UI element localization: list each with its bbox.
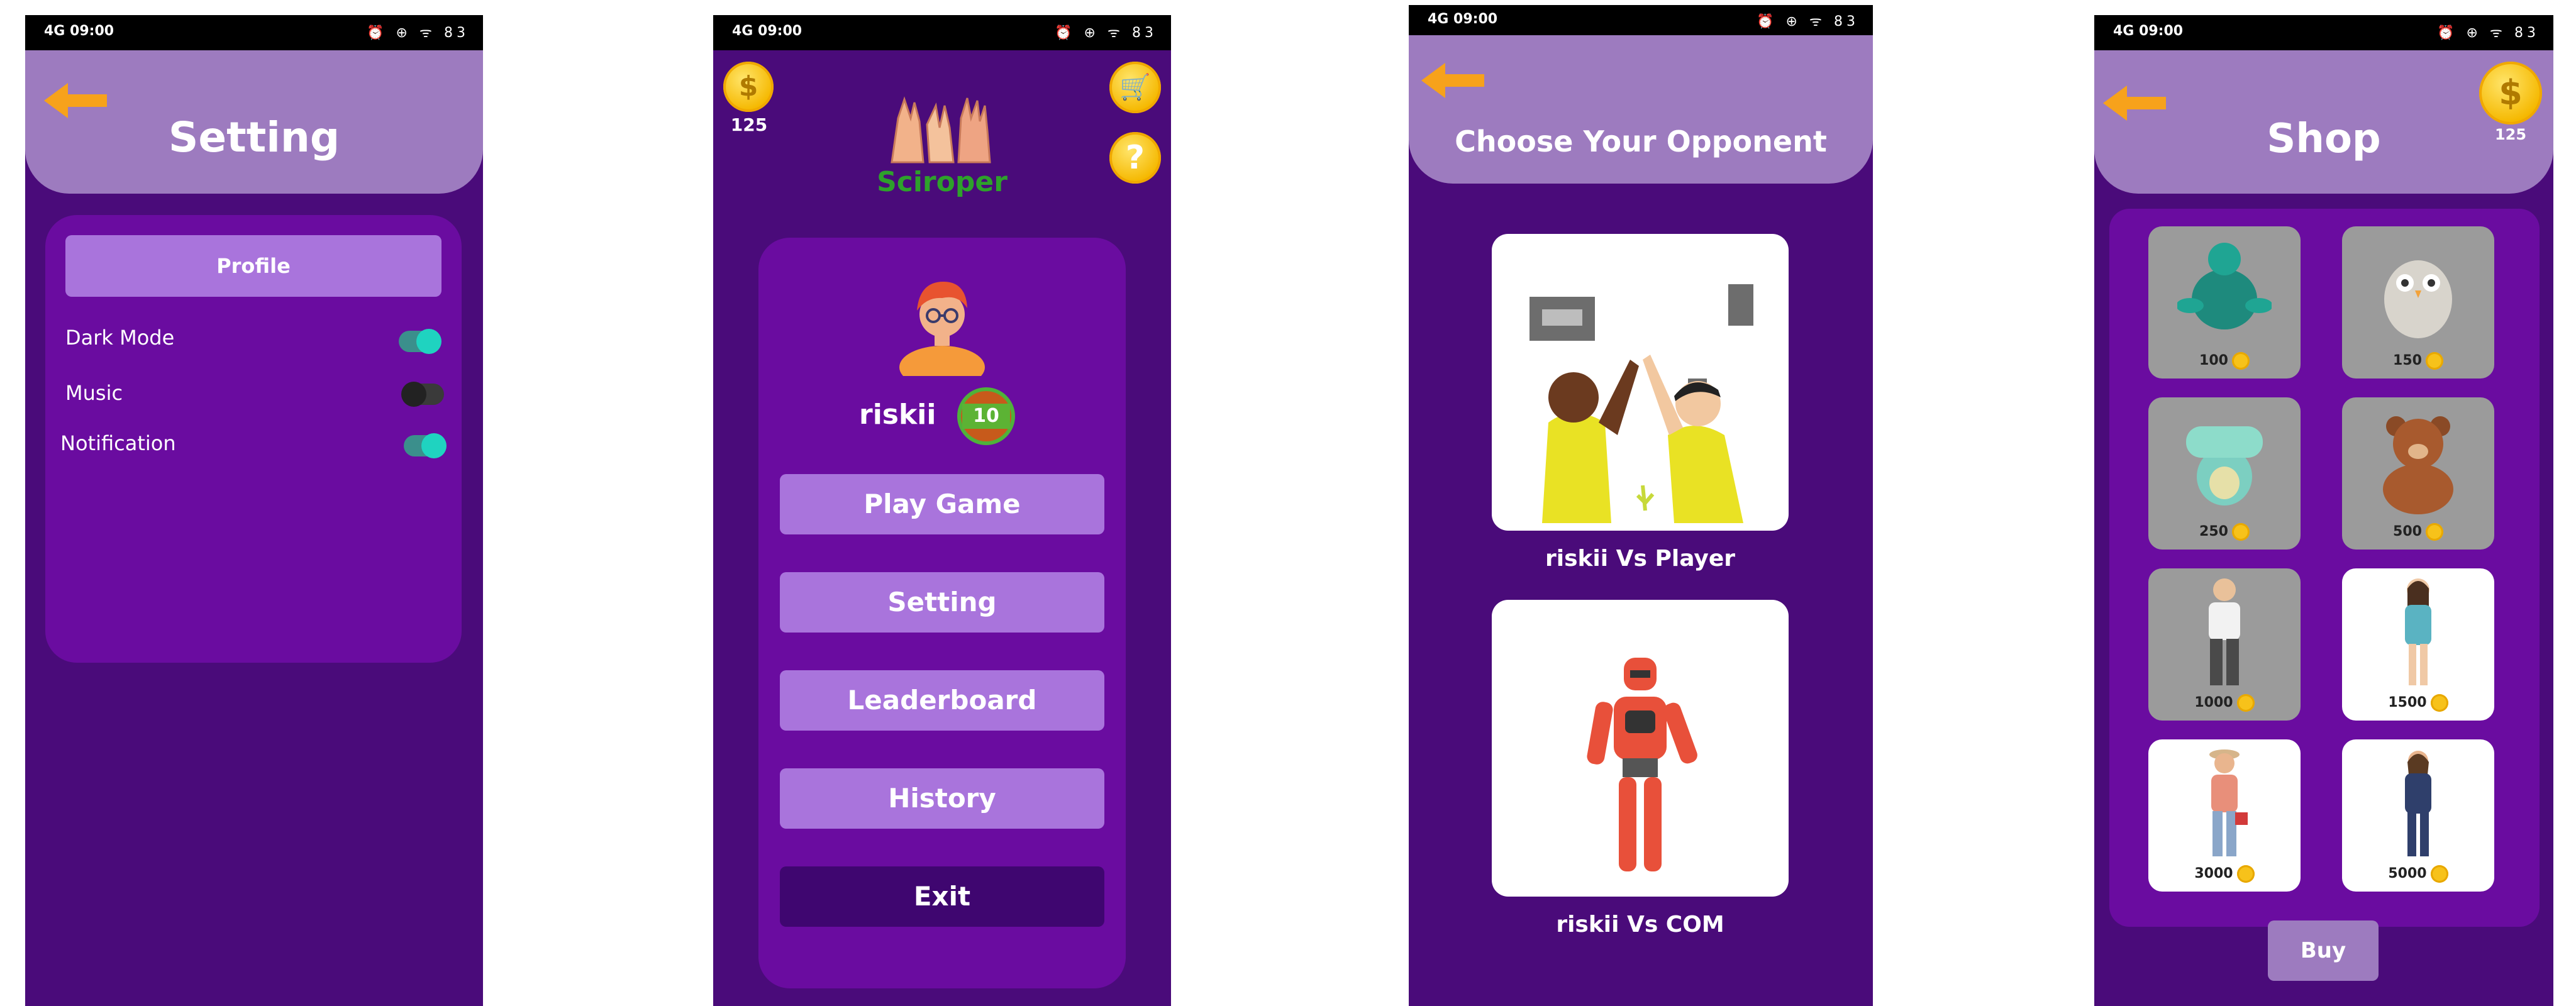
page-title: Choose Your Opponent — [1455, 124, 1827, 158]
setting-button[interactable]: Setting — [780, 572, 1104, 633]
main-menu-screen: 4G 09:00 ⏰ ⊕ ᯤ 83 $ 125 🛒 ? Sciroper ris… — [713, 15, 1171, 1006]
vs-player-card[interactable] — [1492, 234, 1789, 531]
shop-item-girl[interactable]: 1500 — [2342, 568, 2494, 721]
mini-coin-icon — [2231, 352, 2250, 370]
choose-opponent-screen: 4G 09:00 ⏰ ⊕ ᯤ 83 Choose Your Opponent r… — [1409, 5, 1873, 1006]
notification-label: Notification — [60, 431, 176, 455]
old-man-icon — [2209, 578, 2240, 685]
mini-coin-icon — [2425, 523, 2443, 541]
owl-icon — [2384, 260, 2452, 338]
mini-coin-icon — [2236, 694, 2255, 712]
status-icons: ⏰ ⊕ ᯤ 83 — [1757, 14, 1859, 30]
high-five-illustration — [1530, 284, 1753, 523]
toggle-knob — [421, 433, 447, 458]
cart-icon[interactable]: 🛒 — [1109, 62, 1161, 113]
girl-icon — [2405, 578, 2431, 685]
history-button[interactable]: History — [780, 768, 1104, 829]
price-label: 500 — [2342, 523, 2494, 541]
mini-coin-icon — [2425, 352, 2443, 370]
shop-screen: 4G 09:00 ⏰ ⊕ ᯤ 83 Shop $ 125 100 150 250… — [2094, 15, 2553, 1006]
menu-panel: riskii 10 Play Game Setting Leaderboard … — [758, 238, 1126, 988]
logo-text: Sciroper — [877, 166, 1008, 198]
vs-com-card[interactable] — [1492, 600, 1789, 897]
mini-coin-icon — [2430, 865, 2448, 883]
price-label: 250 — [2148, 523, 2301, 541]
turtle-icon — [2177, 243, 2272, 329]
opponent-header: Choose Your Opponent — [1409, 35, 1873, 184]
setting-header: Setting — [25, 50, 483, 194]
shop-item-businesswoman[interactable]: 5000 — [2342, 739, 2494, 892]
settings-panel: Profile Dark Mode Music Notification — [45, 215, 462, 663]
robot-illustration — [1587, 658, 1697, 871]
coin-icon: $ — [2479, 62, 2542, 124]
dark-mode-label: Dark Mode — [65, 326, 175, 350]
explorer-icon — [2209, 749, 2248, 856]
vs-com-label[interactable]: riskii Vs COM — [1492, 912, 1789, 937]
price-label: 1500 — [2342, 694, 2494, 712]
status-time: 4G 09:00 — [44, 23, 114, 39]
status-time: 4G 09:00 — [732, 23, 802, 39]
status-icons: ⏰ ⊕ ᯤ 83 — [367, 25, 469, 41]
setting-screen: 4G 09:00 ⏰ ⊕ ᯤ 83 Setting Profile Dark M… — [25, 15, 483, 1006]
price-label: 3000 — [2148, 865, 2301, 883]
price-label: 5000 — [2342, 865, 2494, 883]
price-label: 150 — [2342, 352, 2494, 370]
toggle-knob — [416, 329, 441, 354]
coin-icon: $ — [723, 62, 774, 112]
play-game-button[interactable]: Play Game — [780, 474, 1104, 534]
status-bar: 4G 09:00 ⏰ ⊕ ᯤ 83 — [1409, 5, 1873, 35]
music-label: Music — [65, 381, 123, 405]
leaderboard-button[interactable]: Leaderboard — [780, 670, 1104, 731]
level-badge: 10 — [956, 386, 1016, 446]
shop-item-owl[interactable]: 150 — [2342, 226, 2494, 379]
crocodile-icon — [2186, 426, 2263, 506]
shop-panel: 100 150 250 500 1000 1500 3000 5000 — [2109, 209, 2540, 927]
status-icons: ⏰ ⊕ ᯤ 83 — [1055, 25, 1157, 41]
level-number: 10 — [962, 404, 1010, 429]
shop-item-turtle[interactable]: 100 — [2148, 226, 2301, 379]
shop-item-bear[interactable]: 500 — [2342, 397, 2494, 550]
businesswoman-icon — [2405, 751, 2431, 856]
price-label: 100 — [2148, 352, 2301, 370]
back-arrow-icon[interactable] — [1421, 62, 1484, 99]
music-toggle[interactable] — [401, 382, 444, 407]
shop-item-crocodile[interactable]: 250 — [2148, 397, 2301, 550]
shop-header: Shop $ 125 — [2094, 50, 2553, 194]
page-title: Setting — [168, 113, 340, 162]
exit-button[interactable]: Exit — [780, 866, 1104, 927]
toggle-knob — [401, 382, 426, 407]
price-label: 1000 — [2148, 694, 2301, 712]
help-icon[interactable]: ? — [1109, 132, 1161, 184]
mini-coin-icon — [2430, 694, 2448, 712]
profile-button[interactable]: Profile — [65, 235, 441, 297]
hands-logo-icon — [891, 96, 991, 163]
status-time: 4G 09:00 — [1428, 11, 1498, 27]
username: riskii — [859, 399, 936, 431]
avatar[interactable] — [898, 273, 986, 376]
status-time: 4G 09:00 — [2113, 23, 2184, 39]
shop-item-explorer[interactable]: 3000 — [2148, 739, 2301, 892]
buy-button[interactable]: Buy — [2268, 920, 2379, 981]
mini-coin-icon — [2231, 523, 2250, 541]
status-bar: 4G 09:00 ⏰ ⊕ ᯤ 83 — [25, 15, 483, 50]
coin-count: 125 — [730, 114, 768, 135]
vs-player-label[interactable]: riskii Vs Player — [1492, 546, 1789, 572]
dark-mode-toggle[interactable] — [399, 329, 441, 354]
notification-toggle[interactable] — [404, 433, 447, 458]
status-bar: 4G 09:00 ⏰ ⊕ ᯤ 83 — [713, 15, 1171, 50]
mini-coin-icon — [2236, 865, 2255, 883]
bear-icon — [2383, 416, 2453, 514]
coin-count: 125 — [2494, 126, 2527, 143]
status-icons: ⏰ ⊕ ᯤ 83 — [2437, 25, 2540, 41]
status-bar: 4G 09:00 ⏰ ⊕ ᯤ 83 — [2094, 15, 2553, 50]
shop-item-old-man[interactable]: 1000 — [2148, 568, 2301, 721]
